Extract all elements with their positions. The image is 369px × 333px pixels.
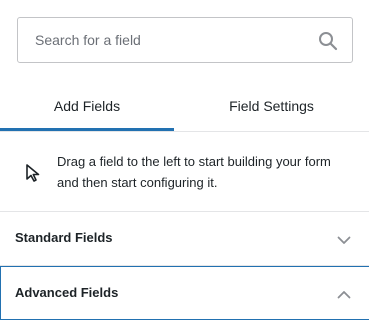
- drag-hint: Drag a field to the left to start buildi…: [0, 131, 369, 212]
- field-tabs: Add Fields Field Settings: [0, 85, 369, 132]
- section-label: Advanced Fields: [15, 285, 119, 300]
- search-input[interactable]: [18, 18, 308, 62]
- field-search-box[interactable]: [17, 17, 353, 63]
- chevron-up-icon: [337, 287, 351, 299]
- chevron-down-icon: [337, 232, 351, 244]
- section-label: Standard Fields: [15, 230, 113, 245]
- section-standard-fields[interactable]: Standard Fields: [0, 212, 369, 266]
- hint-text: Drag a field to the left to start buildi…: [57, 154, 331, 190]
- search-icon[interactable]: [318, 31, 338, 51]
- cursor-pointer-icon: [25, 163, 41, 183]
- tab-field-settings[interactable]: Field Settings: [174, 85, 369, 131]
- tab-add-fields[interactable]: Add Fields: [0, 85, 174, 131]
- section-advanced-fields[interactable]: Advanced Fields: [0, 266, 369, 320]
